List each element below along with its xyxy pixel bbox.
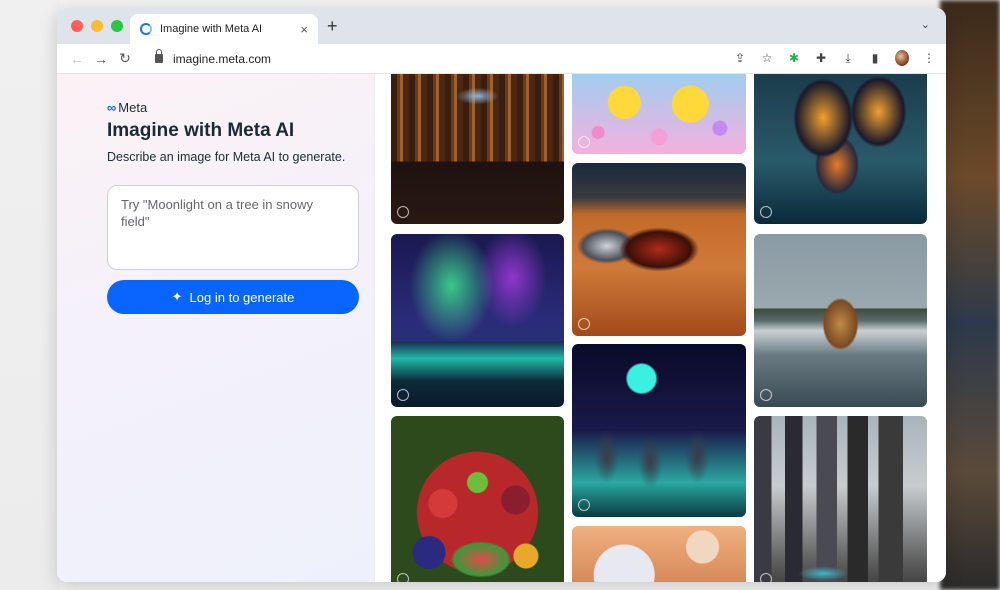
page-subtitle: Describe an image for Meta AI to generat… <box>107 150 346 164</box>
gallery-image-desert-cars[interactable] <box>572 163 746 336</box>
generated-badge-icon <box>760 573 772 582</box>
prompt-input[interactable] <box>107 185 359 270</box>
back-button[interactable]: ← <box>65 51 89 67</box>
url-text[interactable]: imagine.meta.com <box>173 52 271 66</box>
page-content: ∞ Meta Imagine with Meta AI Describe an … <box>57 74 946 582</box>
page-title: Imagine with Meta AI <box>107 120 295 141</box>
gallery-image-butterfly[interactable] <box>754 74 927 224</box>
generated-badge-icon <box>397 206 409 218</box>
generated-badge-icon <box>397 389 409 401</box>
gallery-image-library[interactable] <box>391 74 564 224</box>
backdrop-right <box>940 0 1000 590</box>
log-in-to-generate-button[interactable]: ✦ Log in to generate <box>107 280 359 314</box>
profile-avatar[interactable] <box>895 50 909 66</box>
kebab-menu-icon[interactable]: ⋮ <box>922 51 936 65</box>
browser-toolbar: ← → ↻ imagine.meta.com ⇪ ☆ ✱ ✚ ⤓ ▮ ⋮ <box>57 44 946 74</box>
sparkle-icon: ✦ <box>171 289 183 304</box>
close-window-button[interactable] <box>71 20 83 32</box>
toolbar-icons: ⇪ ☆ ✱ ✚ ⤓ ▮ ⋮ <box>733 50 936 66</box>
tab-title: Imagine with Meta AI <box>160 23 263 35</box>
gallery-image-fruit[interactable] <box>391 416 564 582</box>
gallery-image-dog-in-water[interactable] <box>754 234 927 407</box>
gallery-image-plush[interactable] <box>572 526 746 582</box>
left-panel: ∞ Meta Imagine with Meta AI Describe an … <box>57 74 375 582</box>
address-bar[interactable]: imagine.meta.com <box>145 48 765 70</box>
side-panel-icon[interactable]: ▮ <box>868 51 882 65</box>
tab-bar: Imagine with Meta AI × + ⌄ <box>57 8 946 44</box>
generated-badge-icon <box>578 499 590 511</box>
generated-badge-icon <box>760 206 772 218</box>
lock-icon[interactable] <box>155 49 163 63</box>
generated-badge-icon <box>578 318 590 330</box>
maximize-window-button[interactable] <box>111 20 123 32</box>
reload-button[interactable]: ↻ <box>113 50 137 67</box>
window-controls <box>71 20 123 32</box>
tab-imagine[interactable]: Imagine with Meta AI × <box>130 14 318 44</box>
tab-close-icon[interactable]: × <box>300 22 308 37</box>
generated-badge-icon <box>397 573 409 582</box>
image-gallery <box>375 74 946 582</box>
gallery-image-city[interactable] <box>754 416 927 582</box>
gallery-image-aurora[interactable] <box>391 234 564 407</box>
meta-logo-icon: ∞ <box>107 100 116 115</box>
backdrop-left <box>0 0 60 590</box>
forward-button[interactable]: → <box>89 51 113 67</box>
extensions-puzzle-icon[interactable]: ✚ <box>814 51 828 65</box>
gallery-image-ducks[interactable] <box>572 74 746 154</box>
new-tab-button[interactable]: + <box>327 16 338 37</box>
download-icon[interactable]: ⤓ <box>841 51 855 66</box>
gallery-image-astronauts[interactable] <box>572 344 746 517</box>
brand-name: Meta <box>118 100 148 115</box>
bookmark-star-icon[interactable]: ☆ <box>760 51 774 65</box>
meta-ai-favicon-icon <box>140 23 152 35</box>
log-in-label: Log in to generate <box>189 289 295 305</box>
meta-brand[interactable]: ∞ Meta <box>107 100 147 115</box>
generated-badge-icon <box>578 136 590 148</box>
tab-search-chevron-icon[interactable]: ⌄ <box>921 18 930 31</box>
minimize-window-button[interactable] <box>91 20 103 32</box>
generated-badge-icon <box>760 389 772 401</box>
green-extension-icon[interactable]: ✱ <box>787 51 801 65</box>
share-icon[interactable]: ⇪ <box>733 51 747 65</box>
browser-window: Imagine with Meta AI × + ⌄ ← → ↻ imagine… <box>57 8 946 582</box>
